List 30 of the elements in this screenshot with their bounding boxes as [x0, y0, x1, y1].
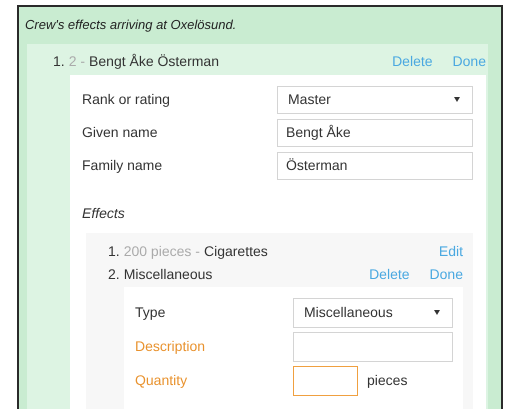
- effect-number: 1.: [108, 242, 120, 261]
- field-label: Given name: [82, 123, 158, 142]
- field-label: Quantity: [135, 371, 188, 390]
- dropdown-caret-icon: [454, 97, 460, 102]
- field-label: Rank or rating: [82, 90, 171, 109]
- effect-quantity: 200 pieces -: [124, 242, 200, 261]
- text-input-field[interactable]: [293, 332, 453, 362]
- unit-label: pieces: [367, 371, 408, 390]
- action-link[interactable]: Done: [430, 264, 463, 285]
- effect-number: 2.: [108, 265, 120, 284]
- field-label: Family name: [82, 156, 164, 175]
- dropdown-caret-icon: [434, 310, 440, 315]
- crew-name: Bengt Åke Österman: [89, 52, 219, 71]
- quantity-input-field[interactable]: [293, 366, 358, 396]
- action-link[interactable]: Done: [452, 51, 486, 72]
- action-link[interactable]: Edit: [438, 241, 463, 262]
- action-link[interactable]: Delete: [369, 264, 410, 285]
- notice-text: Crew's effects arriving at Oxelösund.: [24, 16, 238, 34]
- select-field[interactable]: Master: [277, 86, 473, 114]
- field-label: Type: [135, 303, 166, 322]
- text-input-field[interactable]: Bengt Åke: [277, 118, 473, 146]
- action-link[interactable]: Delete: [392, 51, 433, 72]
- effect-name: Miscellaneous: [124, 265, 212, 284]
- effects-heading: Effects: [82, 204, 126, 222]
- crew-number: 1.: [53, 52, 65, 71]
- effect-name: Cigarettes: [204, 242, 268, 261]
- field-label: Description: [135, 337, 206, 356]
- rank-code: 2 -: [68, 52, 86, 71]
- text-input-field[interactable]: Österman: [277, 152, 473, 180]
- select-field[interactable]: Miscellaneous: [293, 298, 453, 328]
